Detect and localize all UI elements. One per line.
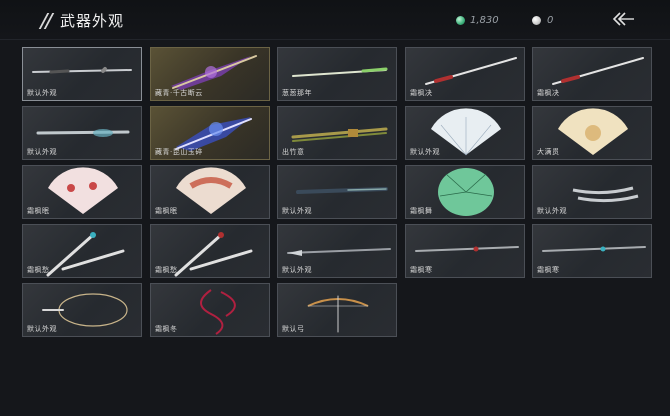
weapon-skin-card[interactable]: 霜枫眠 <box>150 165 270 219</box>
weapon-skin-card[interactable]: 霜枫愁 <box>22 224 142 278</box>
back-button[interactable] <box>611 10 635 28</box>
weapon-skin-label: 藏青·千古断云 <box>155 89 203 97</box>
weapon-skin-card[interactable]: 藏青·千古断云 <box>150 47 270 101</box>
weapon-skin-card[interactable]: 霜枫愁 <box>150 224 270 278</box>
double-slash-icon <box>38 12 55 30</box>
weapon-skin-label: 霜枫寒 <box>537 266 560 274</box>
weapon-skin-label: 霜枫决 <box>537 89 560 97</box>
back-arrow-icon <box>612 12 634 26</box>
weapon-skin-label: 霜枫决 <box>410 89 433 97</box>
weapon-skin-label: 默认外观 <box>410 148 440 156</box>
weapon-skin-card[interactable]: 出竹意 <box>277 106 397 160</box>
weapon-skin-card[interactable]: 藏青·昆山玉碎 <box>150 106 270 160</box>
weapon-skin-label: 默认外观 <box>27 89 57 97</box>
weapon-skin-label: 藏青·昆山玉碎 <box>155 148 203 156</box>
weapon-skin-card[interactable]: 默认外观 <box>532 165 652 219</box>
weapon-skin-label: 霜枫寒 <box>410 266 433 274</box>
weapon-skin-label: 霜枫舞 <box>410 207 433 215</box>
weapon-skin-card[interactable]: 霜枫寒 <box>532 224 652 278</box>
weapon-skin-label: 霜枫愁 <box>155 266 178 274</box>
page-title: 武器外观 <box>60 12 125 30</box>
top-bar: 武器外观 1,830 0 <box>0 0 670 40</box>
weapon-skin-label: 出竹意 <box>282 148 305 156</box>
weapon-skin-label: 默认外观 <box>537 207 567 215</box>
weapon-skin-card[interactable]: 霜枫眠 <box>22 165 142 219</box>
weapon-skin-label: 默认外观 <box>282 266 312 274</box>
weapon-skin-label: 默认外观 <box>27 325 57 333</box>
title-group: 武器外观 <box>38 10 124 31</box>
weapon-skin-label: 大满贯 <box>537 148 560 156</box>
weapon-skin-label: 默认外观 <box>282 207 312 215</box>
jade-amount: 1,830 <box>470 15 499 26</box>
weapon-skin-card[interactable]: 默认外观 <box>277 224 397 278</box>
weapon-skin-card[interactable]: 霜枫舞 <box>405 165 525 219</box>
weapon-skin-label: 霜枫眠 <box>27 207 50 215</box>
weapon-skin-label: 默认弓 <box>282 325 305 333</box>
weapon-skin-card[interactable]: 默认外观 <box>22 106 142 160</box>
weapon-skin-card[interactable]: 葱葱那年 <box>277 47 397 101</box>
jade-currency: 1,830 <box>456 15 499 26</box>
weapon-skin-label: 霜枫眠 <box>155 207 178 215</box>
weapon-skin-label: 默认外观 <box>27 148 57 156</box>
pearl-coin-icon <box>532 16 541 25</box>
jade-coin-icon <box>456 16 465 25</box>
weapon-skin-card[interactable]: 默认外观 <box>22 47 142 101</box>
weapon-skin-card[interactable]: 默认弓 <box>277 283 397 337</box>
weapon-skin-card[interactable]: 大满贯 <box>532 106 652 160</box>
weapon-skin-card[interactable]: 霜枫决 <box>532 47 652 101</box>
weapon-skin-label: 葱葱那年 <box>282 89 312 97</box>
weapon-skin-label: 霜枫冬 <box>155 325 178 333</box>
weapon-skin-card[interactable]: 霜枫寒 <box>405 224 525 278</box>
weapon-skin-card[interactable]: 霜枫冬 <box>150 283 270 337</box>
weapon-skin-card[interactable]: 默认外观 <box>405 106 525 160</box>
pearl-amount: 0 <box>547 15 554 26</box>
pearl-currency: 0 <box>532 15 553 26</box>
weapon-skin-label: 霜枫愁 <box>27 266 50 274</box>
weapon-skin-card[interactable]: 默认外观 <box>277 165 397 219</box>
weapon-skin-card[interactable]: 默认外观 <box>22 283 142 337</box>
weapon-skin-card[interactable]: 霜枫决 <box>405 47 525 101</box>
